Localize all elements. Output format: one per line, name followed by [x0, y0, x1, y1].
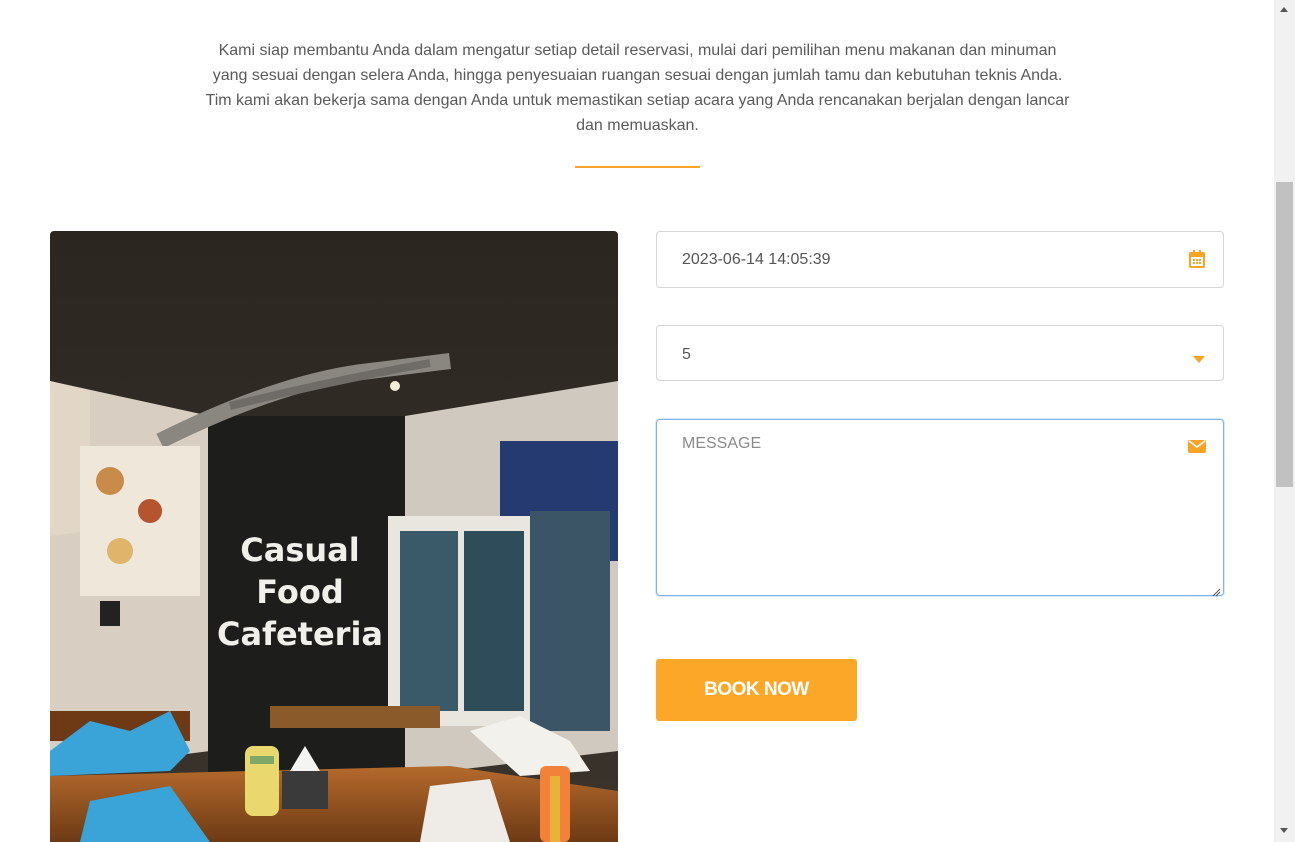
book-now-button[interactable]: BOOK NOW	[656, 659, 857, 721]
caret-down-icon[interactable]	[1193, 350, 1205, 368]
scroll-up-arrow-icon[interactable]	[1280, 7, 1288, 12]
guest-count-select[interactable]: 5	[656, 325, 1224, 381]
calendar-icon[interactable]	[1189, 250, 1205, 273]
intro-line: Kami siap membantu Anda dalam mengatur s…	[218, 42, 1057, 59]
intro-line: yang sesuai dengan selera Anda, hingga p…	[212, 67, 1063, 84]
sign-text-cafeteria: Cafeteria	[217, 615, 383, 653]
section-divider	[575, 166, 700, 168]
message-placeholder: MESSAGE	[682, 435, 762, 452]
intro-line: dan memuaskan.	[576, 117, 699, 134]
scroll-thumb[interactable]	[1276, 182, 1293, 487]
resize-handle-icon[interactable]	[1212, 584, 1221, 602]
vertical-scrollbar[interactable]	[1274, 0, 1295, 842]
datetime-value: 2023-06-14 14:05:39	[682, 251, 831, 268]
sign-text-casual: Casual	[240, 531, 359, 569]
envelope-icon	[1188, 440, 1206, 458]
datetime-field[interactable]: 2023-06-14 14:05:39	[656, 231, 1224, 288]
cafeteria-illustration: Casual Food Cafeteria	[50, 231, 618, 842]
sign-text-food: Food	[256, 573, 343, 611]
guest-count-value: 5	[682, 346, 691, 363]
message-textarea[interactable]: MESSAGE	[656, 419, 1224, 597]
scroll-down-arrow-icon[interactable]	[1280, 828, 1288, 833]
intro-text: Kami siap membantu Anda dalam mengatur s…	[165, 38, 1110, 138]
cafeteria-photo: Casual Food Cafeteria	[50, 231, 618, 842]
intro-line: Tim kami akan bekerja sama dengan Anda u…	[205, 92, 1070, 109]
